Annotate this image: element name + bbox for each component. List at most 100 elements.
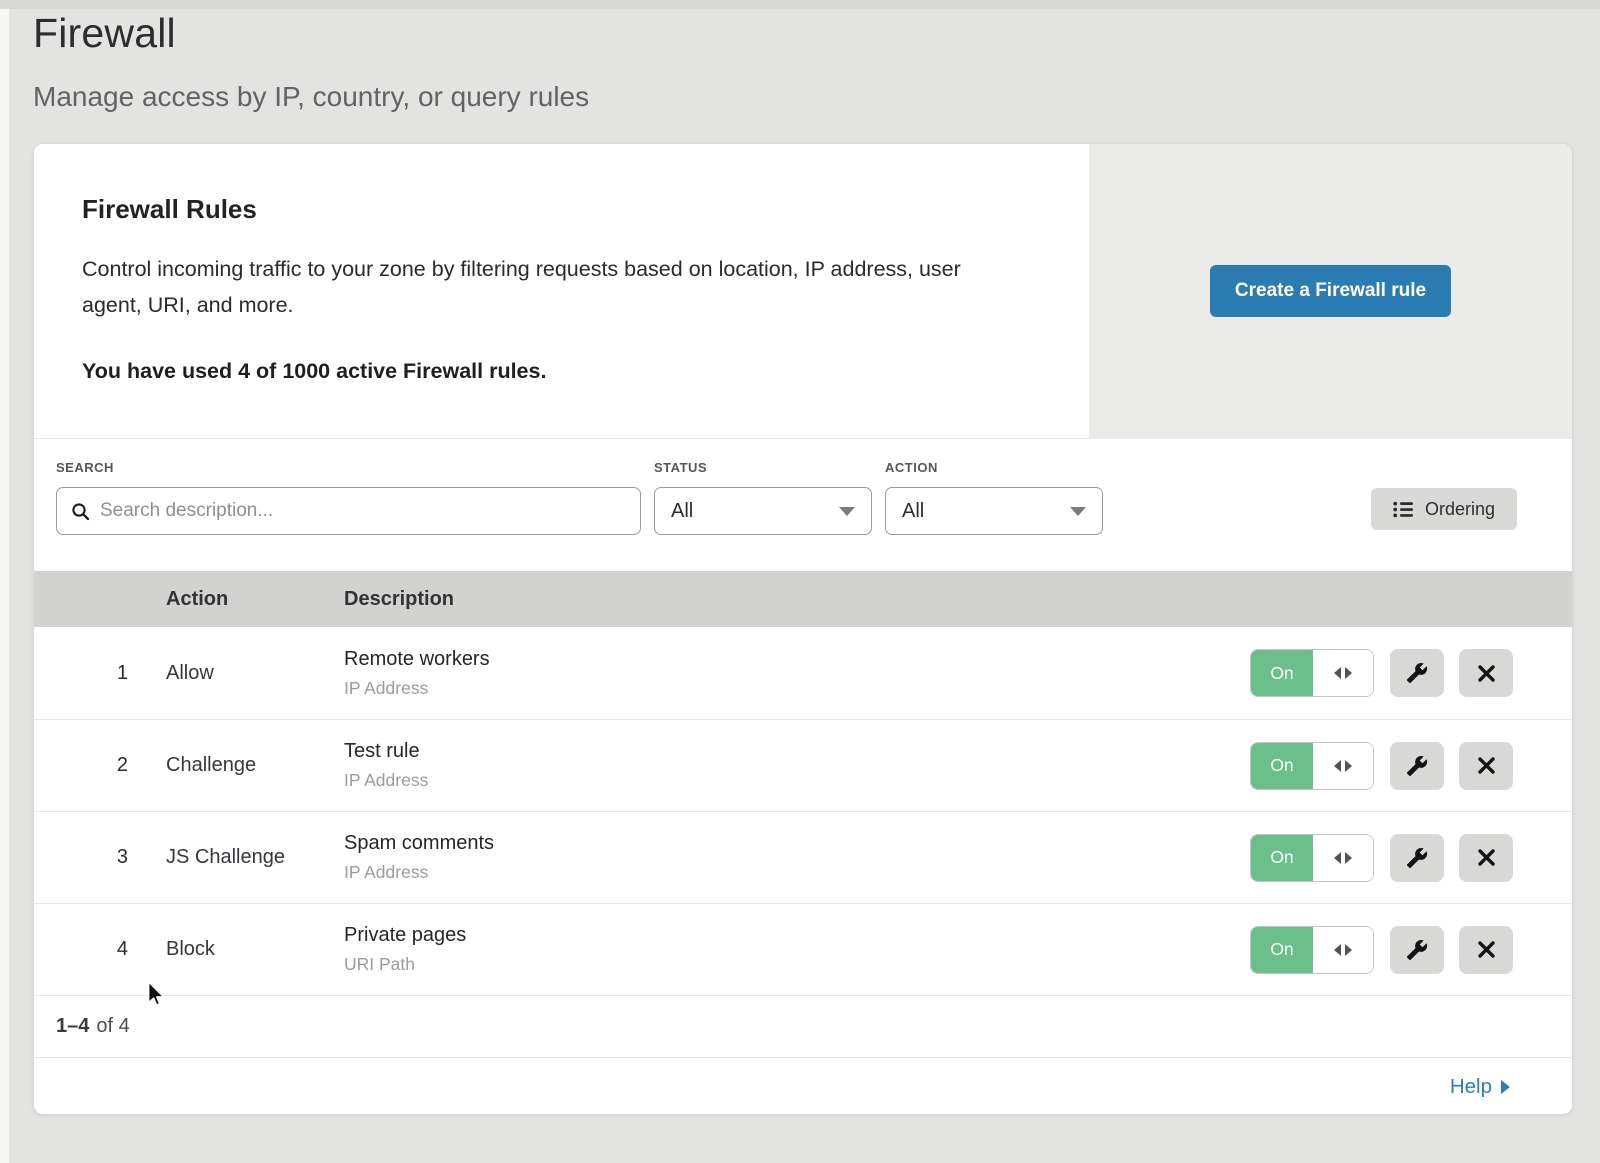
delete-rule-button[interactable] [1459, 742, 1513, 790]
window-top-edge [0, 0, 1600, 9]
rule-description-cell: Remote workers IP Address [344, 648, 1250, 699]
firewall-rules-intro: Firewall Rules Control incoming traffic … [34, 144, 1572, 438]
toggle-on-label: On [1251, 743, 1313, 789]
toggle-on-label: On [1251, 835, 1313, 881]
delete-rule-button[interactable] [1459, 649, 1513, 697]
search-box[interactable] [56, 487, 641, 535]
rules-table-body: 1 Allow Remote workers IP Address On [34, 627, 1572, 995]
firewall-rules-card: Firewall Rules Control incoming traffic … [33, 143, 1573, 1115]
search-icon [71, 502, 90, 521]
edit-rule-button[interactable] [1390, 742, 1444, 790]
rule-action: Block [166, 938, 344, 961]
close-icon [1476, 847, 1497, 868]
search-label: SEARCH [56, 460, 641, 475]
action-filter: ACTION All [885, 460, 1103, 535]
close-icon [1476, 755, 1497, 776]
usage-summary: You have used 4 of 1000 active Firewall … [82, 359, 1019, 384]
rule-action: JS Challenge [166, 846, 344, 869]
toggle-arrows-icon [1313, 835, 1373, 881]
page-header: Firewall Manage access by IP, country, o… [33, 10, 589, 113]
filter-bar: SEARCH STATUS All ACTION All [34, 438, 1572, 571]
status-label: STATUS [654, 460, 872, 475]
rule-enabled-toggle[interactable]: On [1250, 649, 1374, 697]
rule-description: Spam comments [344, 832, 1250, 855]
rule-description: Test rule [344, 740, 1250, 763]
rule-controls: On [1250, 834, 1515, 882]
action-label: ACTION [885, 460, 1103, 475]
rule-description-cell: Test rule IP Address [344, 740, 1250, 791]
rule-description: Private pages [344, 924, 1250, 947]
rule-match-type: URI Path [344, 954, 1250, 975]
firewall-rules-intro-text: Firewall Rules Control incoming traffic … [34, 144, 1089, 438]
toggle-on-label: On [1251, 650, 1313, 696]
ordering-list-icon [1393, 501, 1413, 518]
toggle-on-label: On [1251, 927, 1313, 973]
rule-row: 4 Block Private pages URI Path On [34, 903, 1572, 995]
pagination-range: 1–4 [56, 1015, 89, 1038]
wrench-icon [1406, 662, 1428, 684]
rule-row: 3 JS Challenge Spam comments IP Address … [34, 811, 1572, 903]
close-icon [1476, 663, 1497, 684]
wrench-icon [1406, 755, 1428, 777]
edit-rule-button[interactable] [1390, 834, 1444, 882]
section-title: Firewall Rules [82, 194, 1019, 225]
rule-enabled-toggle[interactable]: On [1250, 834, 1374, 882]
wrench-icon [1406, 847, 1428, 869]
delete-rule-button[interactable] [1459, 834, 1513, 882]
status-select[interactable]: All [654, 487, 872, 535]
edit-rule-button[interactable] [1390, 649, 1444, 697]
rule-row: 1 Allow Remote workers IP Address On [34, 627, 1572, 719]
page-title: Firewall [33, 10, 589, 57]
column-action: Action [166, 588, 344, 611]
ordering-wrap: Ordering [1371, 460, 1517, 530]
column-description: Description [344, 588, 1250, 611]
status-selected-value: All [671, 500, 693, 523]
action-selected-value: All [902, 500, 924, 523]
page-subtitle: Manage access by IP, country, or query r… [33, 81, 589, 113]
ordering-button-label: Ordering [1425, 499, 1495, 520]
rule-action: Allow [166, 662, 344, 685]
status-filter: STATUS All [654, 460, 872, 535]
rule-priority: 1 [34, 662, 166, 685]
delete-rule-button[interactable] [1459, 926, 1513, 974]
rule-priority: 3 [34, 846, 166, 869]
rules-table-header: Action Description [34, 571, 1572, 627]
action-select[interactable]: All [885, 487, 1103, 535]
help-link-label: Help [1450, 1075, 1492, 1099]
window-left-edge [0, 0, 9, 1163]
rule-controls: On [1250, 742, 1515, 790]
caret-down-icon [1070, 507, 1086, 516]
rule-description-cell: Spam comments IP Address [344, 832, 1250, 883]
edit-rule-button[interactable] [1390, 926, 1444, 974]
rule-enabled-toggle[interactable]: On [1250, 742, 1374, 790]
caret-down-icon [839, 507, 855, 516]
rule-controls: On [1250, 649, 1515, 697]
rule-match-type: IP Address [344, 770, 1250, 791]
rule-description: Remote workers [344, 648, 1250, 671]
section-description: Control incoming traffic to your zone by… [82, 251, 1019, 323]
rule-match-type: IP Address [344, 862, 1250, 883]
pagination: 1–4 of 4 [34, 995, 1572, 1057]
toggle-arrows-icon [1313, 650, 1373, 696]
help-arrow-icon [1501, 1080, 1510, 1094]
wrench-icon [1406, 939, 1428, 961]
rule-enabled-toggle[interactable]: On [1250, 926, 1374, 974]
create-firewall-rule-button[interactable]: Create a Firewall rule [1210, 265, 1451, 317]
rule-description-cell: Private pages URI Path [344, 924, 1250, 975]
ordering-button[interactable]: Ordering [1371, 488, 1517, 530]
card-footer: Help [34, 1057, 1572, 1115]
pagination-total: of 4 [96, 1015, 129, 1038]
rule-row: 2 Challenge Test rule IP Address On [34, 719, 1572, 811]
search-input[interactable] [100, 500, 626, 522]
search-filter: SEARCH [56, 460, 641, 535]
toggle-arrows-icon [1313, 743, 1373, 789]
rule-controls: On [1250, 926, 1515, 974]
rule-priority: 2 [34, 754, 166, 777]
rule-priority: 4 [34, 938, 166, 961]
create-rule-panel: Create a Firewall rule [1089, 144, 1572, 438]
rule-action: Challenge [166, 754, 344, 777]
close-icon [1476, 939, 1497, 960]
help-link[interactable]: Help [1450, 1075, 1510, 1099]
toggle-arrows-icon [1313, 927, 1373, 973]
rule-match-type: IP Address [344, 678, 1250, 699]
